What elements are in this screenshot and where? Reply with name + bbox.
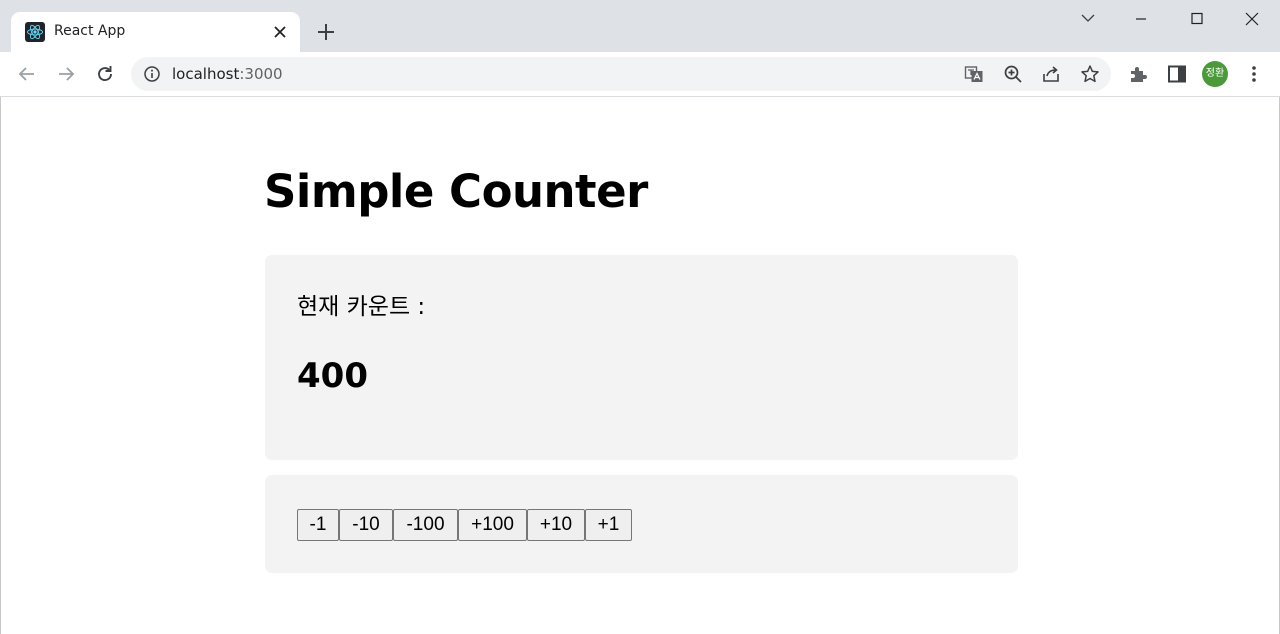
share-icon[interactable] xyxy=(1041,64,1061,84)
menu-kebab-icon[interactable] xyxy=(1242,62,1266,86)
extensions-icon[interactable] xyxy=(1126,62,1150,86)
browser-toolbar: localhost:3000 정환 xyxy=(0,52,1280,97)
close-window-icon[interactable] xyxy=(1238,6,1266,32)
browser-tab[interactable]: React App xyxy=(11,12,300,52)
page-title: Simple Counter xyxy=(264,165,648,218)
close-tab-icon[interactable] xyxy=(270,22,290,42)
page-viewport: Simple Counter 현재 카운트 : 400 -1 -10 -100 … xyxy=(0,97,1280,634)
new-tab-icon[interactable] xyxy=(314,20,338,44)
minus-10-button[interactable]: -10 xyxy=(339,509,393,541)
url-host: localhost xyxy=(172,65,240,83)
count-value: 400 xyxy=(297,356,368,396)
controls-card: -1 -10 -100 +100 +10 +1 xyxy=(265,475,1018,573)
minus-1-button[interactable]: -1 xyxy=(297,509,339,541)
bookmark-star-icon[interactable] xyxy=(1080,64,1100,84)
zoom-icon[interactable] xyxy=(1003,64,1023,84)
side-panel-icon[interactable] xyxy=(1165,62,1189,86)
plus-100-button[interactable]: +100 xyxy=(458,509,527,541)
back-arrow-icon[interactable] xyxy=(15,62,39,86)
tab-strip: React App xyxy=(0,0,1280,52)
button-row: -1 -10 -100 +100 +10 +1 xyxy=(297,509,632,541)
count-label: 현재 카운트 : xyxy=(297,294,426,320)
reload-icon[interactable] xyxy=(93,62,117,86)
url-text[interactable]: localhost:3000 xyxy=(172,65,283,83)
url-port: :3000 xyxy=(239,65,283,83)
translate-icon[interactable] xyxy=(964,64,984,84)
plus-10-button[interactable]: +10 xyxy=(527,509,585,541)
site-info-icon[interactable] xyxy=(143,65,161,83)
react-logo-icon xyxy=(25,22,45,42)
maximize-icon[interactable] xyxy=(1183,6,1211,32)
forward-arrow-icon[interactable] xyxy=(54,62,78,86)
tab-title: React App xyxy=(54,23,126,39)
plus-1-button[interactable]: +1 xyxy=(585,509,632,541)
tab-search-icon[interactable] xyxy=(1074,6,1102,32)
address-bar[interactable]: localhost:3000 xyxy=(131,57,1111,91)
minus-100-button[interactable]: -100 xyxy=(393,509,458,541)
minimize-icon[interactable] xyxy=(1127,6,1155,32)
profile-avatar[interactable]: 정환 xyxy=(1202,61,1228,87)
count-card: 현재 카운트 : 400 xyxy=(265,255,1018,460)
